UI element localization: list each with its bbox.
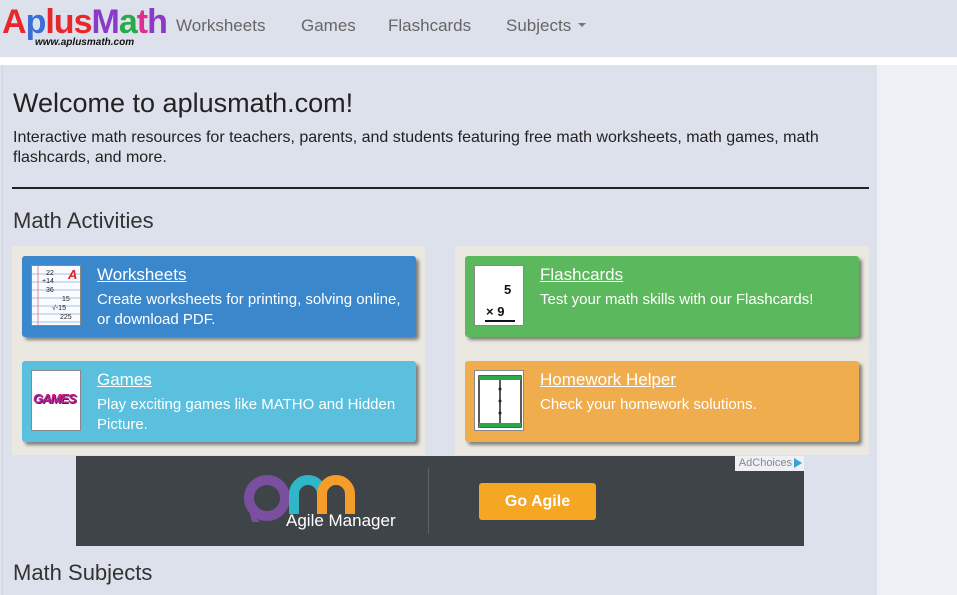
logo-url-text: www.aplusmath.com [35, 37, 135, 48]
games-icon: GAMES [31, 370, 81, 431]
subjects-heading: Math Subjects [13, 560, 153, 585]
card-worksheets-title[interactable]: Worksheets [97, 265, 186, 285]
worksheet-number: +14 [42, 278, 54, 285]
go-agile-button[interactable]: Go Agile [479, 483, 596, 520]
adchoices-label: AdChoices [738, 457, 792, 469]
card-games[interactable]: GAMES Games Play exciting games like MAT… [22, 361, 416, 442]
caret-down-icon [578, 22, 587, 27]
card-games-title[interactable]: Games [97, 370, 152, 390]
card-worksheets[interactable]: A 22 +14 36 15 √-15 225 Worksheets Creat… [22, 256, 416, 337]
page-description: Interactive math resources for teachers,… [13, 129, 819, 166]
worksheet-number: 225 [60, 314, 72, 321]
ad-banner[interactable]: AdChoices Agile Manager Go Agile [76, 456, 804, 546]
card-flashcards-title[interactable]: Flashcards [540, 265, 623, 285]
flashcard-icon: 5 × 9 [474, 265, 524, 326]
card-flashcards-description: Test your math skills with our Flashcard… [540, 291, 814, 308]
adchoices-badge[interactable]: AdChoices [734, 456, 804, 471]
nav-worksheets[interactable]: Worksheets [176, 16, 265, 36]
nav-subjects-dropdown[interactable]: Subjects [506, 16, 587, 36]
worksheet-grade: A [68, 267, 78, 282]
ad-brand-name: Agile Manager [286, 511, 396, 530]
main-content: Welcome to aplusmath.com! Interactive ma… [2, 66, 877, 595]
navbar: AplusMath www.aplusmath.com Worksheets G… [0, 0, 957, 57]
worksheet-number: 15 [62, 296, 70, 303]
games-icon-text: GAMES [33, 391, 77, 406]
card-homework-helper-description: Check your homework solutions. [540, 396, 757, 413]
card-homework-helper[interactable]: Homework Helper Check your homework solu… [465, 361, 859, 442]
worksheet-number: √-15 [52, 305, 66, 312]
flashcard-operator: × 9 [486, 304, 505, 319]
worksheet-number: 22 [46, 270, 54, 277]
homework-helper-icon [474, 370, 524, 431]
site-logo[interactable]: AplusMath www.aplusmath.com [2, 2, 168, 52]
worksheet-number: 36 [46, 287, 54, 294]
ad-divider [428, 468, 429, 534]
card-homework-helper-title[interactable]: Homework Helper [540, 370, 676, 390]
card-flashcards[interactable]: 5 × 9 Flashcards Test your math skills w… [465, 256, 859, 337]
nav-subjects-label: Subjects [506, 16, 572, 35]
nav-games[interactable]: Games [301, 16, 356, 36]
worksheet-icon: A 22 +14 36 15 √-15 225 [31, 265, 81, 326]
logo-wordmark: AplusMath [2, 3, 168, 41]
divider [12, 187, 869, 189]
activities-heading: Math Activities [13, 208, 154, 233]
right-gutter [877, 65, 957, 595]
adchoices-icon [794, 458, 802, 469]
page-title: Welcome to aplusmath.com! [13, 88, 354, 118]
nav-flashcards[interactable]: Flashcards [388, 16, 471, 36]
card-worksheets-description: Create worksheets for printing, solving … [97, 291, 401, 328]
navbar-separator [0, 57, 957, 65]
card-games-description: Play exciting games like MATHO and Hidde… [97, 396, 396, 433]
flashcard-number: 5 [504, 282, 512, 297]
